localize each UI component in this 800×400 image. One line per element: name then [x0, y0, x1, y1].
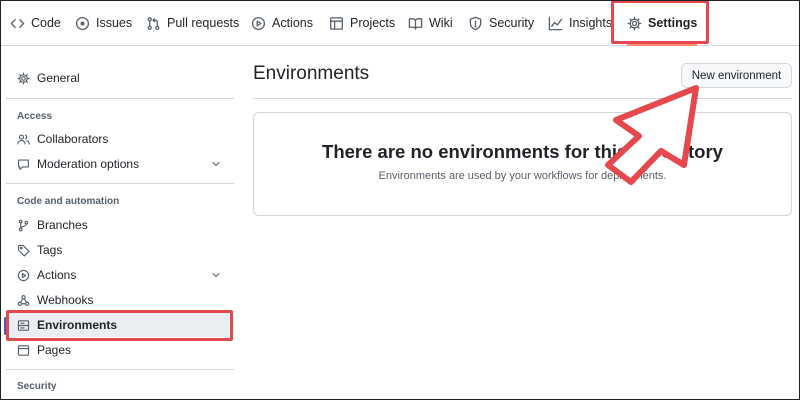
table-icon: [330, 16, 343, 30]
sidebar-divider: [6, 183, 234, 184]
sidebar-item-collaborators[interactable]: Collaborators: [6, 127, 234, 151]
sidebar-item-label: Pages: [37, 343, 72, 357]
tab-wiki[interactable]: Wiki: [408, 0, 453, 46]
sidebar-heading-access: Access: [17, 111, 53, 122]
play-icon: [17, 269, 30, 281]
title-divider: [253, 98, 792, 99]
sidebar-item-label: Webhooks: [37, 293, 94, 307]
empty-state-heading: There are no environments for this repos…: [322, 141, 723, 162]
sidebar-item-label: Moderation options: [37, 157, 140, 171]
play-icon: [251, 16, 266, 30]
people-icon: [17, 133, 30, 145]
tab-actions[interactable]: Actions: [251, 0, 313, 46]
book-icon: [408, 17, 423, 30]
empty-state-panel: There are no environments for this repos…: [253, 112, 792, 216]
sidebar-item-label: Branches: [37, 218, 88, 232]
new-environment-button[interactable]: New environment: [681, 63, 792, 88]
browser-icon: [17, 344, 30, 356]
tab-code-label: Code: [31, 16, 61, 30]
tab-issues[interactable]: Issues: [75, 0, 132, 46]
sidebar-item-label: Actions: [37, 268, 77, 282]
tab-security[interactable]: Security: [468, 0, 534, 46]
sidebar-item-moderation-options[interactable]: Moderation options: [6, 152, 234, 176]
tab-pull-requests-label: Pull requests: [167, 16, 240, 30]
sidebar-item-label: General: [37, 71, 80, 85]
sidebar-item-label: Tags: [37, 243, 63, 257]
gear-icon: [627, 16, 642, 30]
code-icon: [10, 18, 25, 28]
tab-pull-requests[interactable]: Pull requests: [146, 0, 239, 46]
graph-icon: [548, 16, 563, 30]
selected-item-marker: [4, 317, 7, 335]
settings-sidebar: General Access Collaborators Moderation …: [0, 47, 240, 400]
shield-icon: [469, 16, 482, 30]
sidebar-divider: [6, 369, 234, 370]
webhook-icon: [17, 294, 30, 306]
tab-security-label: Security: [489, 16, 535, 30]
active-tab-underline: [627, 44, 698, 46]
chevron-down-icon[interactable]: [210, 158, 222, 170]
sidebar-item-general[interactable]: General: [6, 66, 234, 90]
sidebar-item-label: Collaborators: [37, 132, 109, 146]
page-title: Environments: [253, 63, 370, 84]
sidebar-item-label: Environments: [37, 318, 118, 332]
issue-circle-icon: [75, 16, 90, 30]
tab-insights[interactable]: Insights: [548, 0, 612, 46]
sidebar-item-branches[interactable]: Branches: [6, 213, 234, 237]
tab-code[interactable]: Code: [10, 0, 61, 46]
tab-actions-label: Actions: [272, 16, 313, 30]
chevron-down-icon[interactable]: [210, 269, 222, 281]
server-icon: [17, 319, 30, 331]
sidebar-item-environments[interactable]: Environments: [6, 313, 234, 337]
sidebar-heading-code-and-automation: Code and automation: [17, 196, 120, 207]
repo-nav: Code Issues Pull requests Actions Projec…: [0, 0, 800, 46]
tab-insights-label: Insights: [569, 16, 613, 30]
pull-request-icon: [147, 16, 160, 30]
branch-icon: [18, 219, 29, 231]
tab-projects[interactable]: Projects: [329, 0, 395, 46]
sidebar-divider: [6, 98, 234, 99]
tab-settings[interactable]: Settings: [627, 0, 698, 46]
comment-icon: [18, 158, 29, 170]
tab-settings-label: Settings: [648, 16, 698, 30]
gear-icon: [17, 71, 30, 85]
tab-projects-label: Projects: [350, 16, 396, 30]
sidebar-heading-security: Security: [17, 381, 57, 392]
tab-issues-label: Issues: [96, 16, 133, 30]
sidebar-item-actions[interactable]: Actions: [6, 263, 234, 287]
empty-state-description: Environments are used by your workflows …: [378, 170, 667, 182]
tag-icon: [17, 244, 30, 257]
sidebar-item-tags[interactable]: Tags: [6, 238, 234, 262]
tab-wiki-label: Wiki: [429, 16, 453, 30]
sidebar-item-webhooks[interactable]: Webhooks: [6, 288, 234, 312]
sidebar-item-pages[interactable]: Pages: [6, 338, 234, 362]
